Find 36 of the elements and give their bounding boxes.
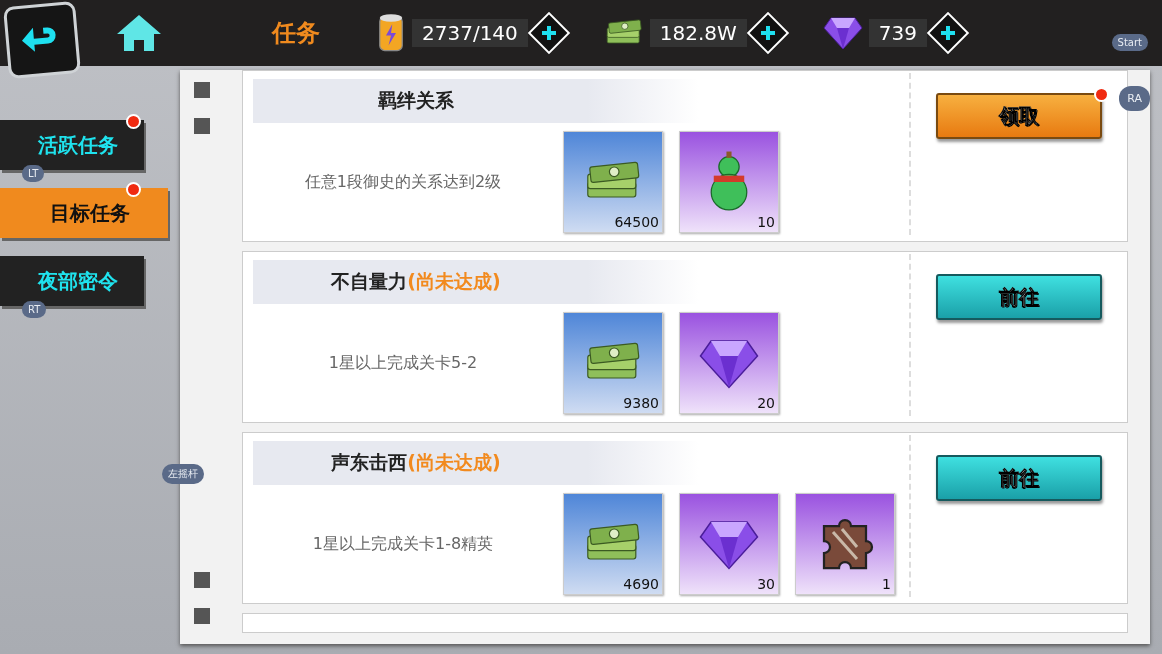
reward-item[interactable]: 1 [795,493,895,595]
task-description: 1星以上完成关卡1-8精英 [311,533,495,555]
reward-item[interactable]: 20 [679,312,779,414]
energy-can-icon [376,13,406,53]
plus-icon [540,25,557,41]
go-button[interactable]: 前往 [936,455,1102,501]
page-title: 任务 [272,18,320,49]
diamond-icon [699,518,759,570]
task-description: 1星以上完成关卡5-2 [327,352,479,374]
back-button[interactable] [3,1,81,79]
task-description: 任意1段御史的关系达到2级 [303,171,503,193]
diamond-icon [822,16,863,50]
reward-item[interactable]: 30 [679,493,779,595]
plus-icon [759,25,776,41]
resource-amount: 182.8W [649,19,747,47]
reward-item[interactable]: 9380 [563,312,663,414]
task-tab[interactable]: 夜部密令 [0,256,144,306]
gamepad-hint: RT [22,301,47,318]
resource-amount: 2737/140 [412,19,528,47]
diamond-icon [699,337,759,389]
start-hint: Start [1111,34,1148,51]
claim-button[interactable]: 领取 [936,93,1102,139]
binder-ring [194,82,210,98]
plus-icon [940,25,957,41]
task-tab[interactable]: 活跃任务 [0,120,144,170]
gamepad-hint: LT [22,165,45,182]
binder-ring [194,608,210,624]
reward-item[interactable]: 10 [679,131,779,233]
task-tab[interactable]: 目标任务 [0,188,168,238]
binder-ring [194,572,210,588]
reward-item[interactable]: 64500 [563,131,663,233]
binder-ring [194,118,210,134]
stick-hint: 左摇杆 [162,464,204,484]
reward-item[interactable]: 4690 [563,493,663,595]
resource-amount: 739 [868,19,928,47]
go-button[interactable]: 前往 [936,274,1102,320]
